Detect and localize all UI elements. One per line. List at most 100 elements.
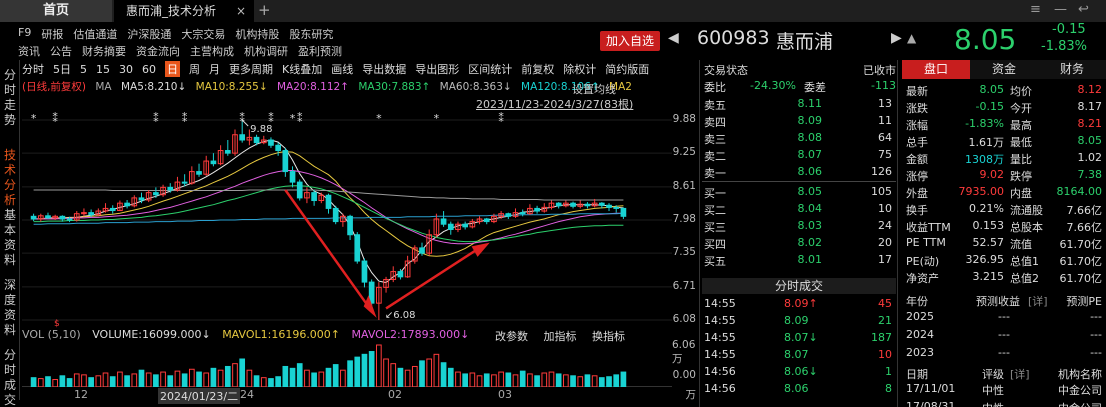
trade-price-value: 8.07 [784,348,809,361]
back-icon[interactable]: ↩ [1078,2,1089,17]
tab-finance[interactable]: 财务 [1038,60,1106,79]
toolbar-item[interactable]: 导出图形 [415,61,459,77]
close-icon[interactable]: × [236,0,246,22]
orderbook-row[interactable]: 卖四 8.09 11 [704,114,896,131]
tab-stock-analysis[interactable]: 惠而浦_技术分析 × [114,0,254,22]
menu-item[interactable]: 估值通道 [73,26,117,42]
menu-item[interactable]: 机构调研 [244,43,288,59]
menu-item[interactable]: 机构持股 [235,26,279,42]
current-price: 8.05 [954,23,1017,56]
tab-quote[interactable]: 盘口 [902,60,970,79]
trades-header[interactable]: 分时成交 [702,278,896,294]
candle [347,214,353,240]
event-marker[interactable]: ⁑ [153,112,159,125]
orderbook-row[interactable]: 买二 8.04 10 [704,202,896,219]
tab-funds[interactable]: 资金 [970,60,1038,79]
volume-bar [318,371,325,387]
toolbar-item[interactable]: 15 [96,63,110,76]
orderbook-row[interactable]: 卖二 8.07 75 [704,148,896,165]
sidebar-char: 术 [3,163,16,177]
toolbar-item[interactable]: 更多周期 [229,61,273,77]
edit-params-button[interactable]: 改参数 [495,330,528,343]
menu-icon[interactable]: ≡ [1030,2,1041,17]
toolbar-item[interactable]: 除权计 [563,61,596,77]
toolbar-item[interactable]: 导出数据 [362,61,406,77]
sidebar-item[interactable]: 深度资料 [3,278,17,338]
event-marker[interactable]: ⁑ [52,112,58,125]
menu-item[interactable]: 资金流向 [136,43,180,59]
toolbar-item[interactable]: 画线 [331,61,353,77]
menu-item[interactable]: 大宗交易 [181,26,225,42]
candle [390,266,397,283]
stat-row: 涨跌 -0.15 今开 8.17 [906,100,1102,117]
forecast-detail-link[interactable]: [详] [1028,293,1048,309]
sidebar-item[interactable]: 分时成交 [3,348,17,407]
orderbook-row[interactable]: 买四 8.02 20 [704,236,896,253]
menu-item[interactable]: 研报 [41,26,63,42]
candlestick-chart[interactable]: * ⁑ ⁑ ⁑ ⁑ ⁑ * ⁑ * * ⁑9.88↙6.08$ [22,110,672,330]
prev-stock-icon[interactable]: ◀ [668,30,679,46]
tab-home[interactable]: 首页 [0,0,112,22]
orderbook-row[interactable]: 卖五 8.11 13 [704,97,896,114]
event-marker[interactable]: * [434,112,440,125]
sidebar-item[interactable]: 基本资料 [3,208,17,268]
event-marker[interactable]: * [290,112,296,125]
sidebar-char: 分 [3,68,16,82]
stat-row: 涨幅 -1.83% 最高 8.21 [906,117,1102,134]
toolbar-item[interactable]: 月 [209,61,220,77]
trade-time: 14:56 [704,365,736,378]
toolbar-item[interactable]: 区间统计 [468,61,512,77]
toolbar-item[interactable]: 分时 [22,61,44,77]
menu-item[interactable]: F9 [18,26,31,42]
volume-bar [555,373,562,387]
toolbar-item[interactable]: 周 [189,61,200,77]
menu-item[interactable]: 股东研究 [289,26,333,42]
menu-item[interactable]: 财务摘要 [82,43,126,59]
event-marker[interactable]: * [376,112,382,125]
next-stock-icon[interactable]: ▶ [891,30,902,46]
orderbook-row[interactable]: 买五 8.01 17 [704,253,896,270]
sidebar-item[interactable]: 分时走势 [3,68,17,128]
toolbar-item[interactable]: K线叠加 [282,61,322,77]
volume-bar [239,358,246,387]
menu-item[interactable]: 公告 [50,43,72,59]
menu-item[interactable]: 主营构成 [190,43,234,59]
sidebar-char: 料 [3,323,16,337]
add-favorite-button[interactable]: 加入自选 [600,31,660,51]
add-indicator-button[interactable]: 加指标 [544,330,577,343]
toolbar-item[interactable]: 简约版面 [605,61,649,77]
event-marker[interactable]: * [31,112,37,125]
candle-body [224,150,231,154]
date-label: 03 [498,388,512,401]
menu-item[interactable]: 资讯 [18,43,40,59]
candle-body [282,150,289,173]
trade-volume: 1 [885,365,892,378]
event-marker[interactable]: ⁑ [182,112,188,125]
orderbook-row[interactable]: 卖一 8.06 126 [704,165,896,182]
sidebar-item[interactable]: 技术分析 [3,148,17,208]
alert-icon[interactable]: ▲ [907,31,916,45]
new-tab-icon[interactable]: + [258,0,276,22]
volume-chart[interactable] [22,343,672,387]
event-marker[interactable]: ⁑ [297,112,303,125]
toolbar-item[interactable]: 30 [119,63,133,76]
switch-indicator-button[interactable]: 换指标 [592,330,625,343]
toolbar-item[interactable]: 5日 [53,61,71,77]
trade-row: 14:56 8.06 8 [704,382,892,399]
set-ma-button[interactable]: 设置均线 [572,81,616,97]
rating-col-date: 日期 [906,368,928,381]
divider [699,60,700,407]
orderbook-row[interactable]: 买三 8.03 24 [704,219,896,236]
toolbar-item[interactable]: 5 [80,63,87,76]
rating-detail-link[interactable]: [详] [1010,366,1030,382]
minimize-icon[interactable]: — [1054,2,1067,17]
orderbook-row[interactable]: 买一 8.05 105 [704,185,896,202]
toolbar-item[interactable]: 60 [142,63,156,76]
menu-item[interactable]: 盈利预测 [298,43,342,59]
candle [131,195,138,208]
event-marker[interactable]: ⁑ [498,112,504,125]
toolbar-item[interactable]: 日 [165,61,180,77]
orderbook-row[interactable]: 卖三 8.08 64 [704,131,896,148]
toolbar-item[interactable]: 前复权 [521,61,554,77]
menu-item[interactable]: 沪深股通 [127,26,171,42]
